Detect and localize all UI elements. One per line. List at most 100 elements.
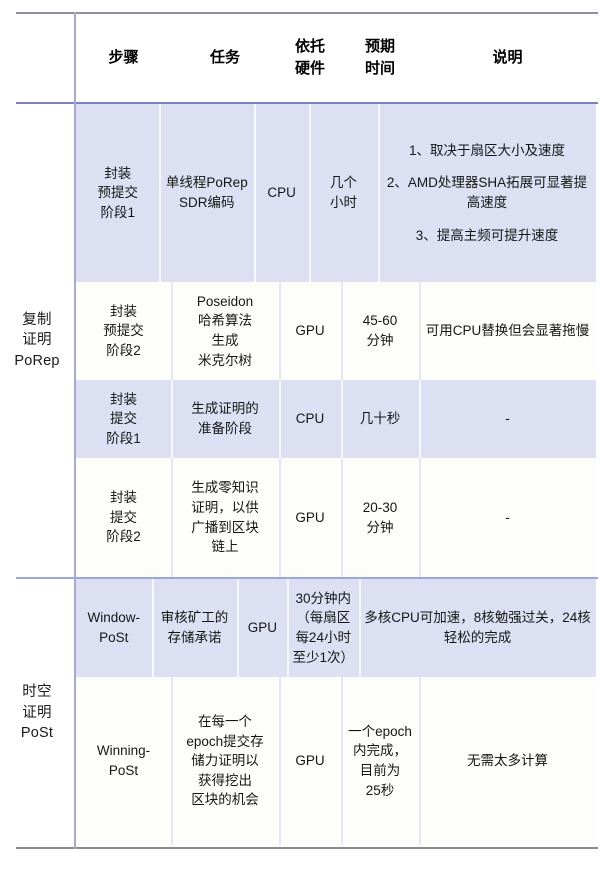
cell-line: epoch提交存 xyxy=(186,733,264,749)
cell-line: SDR编码 xyxy=(179,195,235,210)
table-row: 封装 提交 阶段1 生成证明的 准备阶段 CPU 几十秒 - xyxy=(76,380,596,458)
cell-description: - xyxy=(419,380,596,458)
column-header-time-line: 预期 xyxy=(364,38,395,56)
cell-line: 生成 xyxy=(211,333,239,348)
cell-line: 阶段2 xyxy=(106,529,141,545)
cell-task: Poseidon 哈希算法 生成 米克尔树 xyxy=(171,282,279,380)
cell-line: 分钟 xyxy=(366,333,394,348)
cell-line: 阶段1 xyxy=(100,204,135,220)
column-header-time: 预期 时间 xyxy=(341,14,419,102)
cell-line: 封装 xyxy=(110,303,137,319)
cell-description: - xyxy=(419,458,596,577)
cell-line: 封装 xyxy=(109,391,137,407)
cell-line: 储力证明以 xyxy=(191,753,259,769)
cell-task: 生成零知识 证明，以供 广播到区块 链上 xyxy=(171,458,279,577)
cell-hardware: GPU xyxy=(279,282,341,380)
table-header-row: 步骤 任务 依托 硬件 预期 时间 说明 xyxy=(76,14,596,102)
cell-line: 阶段1 xyxy=(106,430,141,446)
cell-time: 20-30 分钟 xyxy=(341,458,419,577)
cell-time: 几十秒 xyxy=(341,380,419,458)
column-header-hardware: 依托 硬件 xyxy=(279,14,341,102)
cell-line: 封装 xyxy=(104,165,132,181)
section-porep: 封装 预提交 阶段1 单线程PoRep SDR编码 CPU 几个 小时 1、取决… xyxy=(76,104,596,577)
description-paragraph: 1、取决于扇区大小及速度 xyxy=(408,142,565,158)
group-label-porep: 复制 证明 PoRep xyxy=(0,104,74,577)
cell-line: 一个epoch xyxy=(348,723,412,739)
column-header-description-line: 说明 xyxy=(492,49,523,67)
group-label-line: 时空 xyxy=(22,684,52,701)
cell-line: 30分钟内 xyxy=(295,590,351,606)
section-post: Window- PoSt 审核矿工的 存储承诺 GPU 30分钟内 （每扇区 每… xyxy=(76,579,596,845)
cell-task: 单线程PoRep SDR编码 xyxy=(159,104,254,282)
cell-line: 阶段2 xyxy=(106,342,141,358)
cell-line: 目前为 xyxy=(359,763,401,778)
cell-line: 存储承诺 xyxy=(167,630,222,645)
cell-step: 封装 提交 阶段1 xyxy=(76,380,171,458)
cell-line: 审核矿工的 xyxy=(160,610,229,626)
table-row: 封装 预提交 阶段1 单线程PoRep SDR编码 CPU 几个 小时 1、取决… xyxy=(76,104,596,282)
cell-time: 一个epoch 内完成， 目前为 25秒 xyxy=(341,677,419,845)
table-row: 封装 提交 阶段2 生成零知识 证明，以供 广播到区块 链上 GPU 20-30… xyxy=(76,458,596,577)
cell-line: 几十秒 xyxy=(359,411,401,427)
cell-description: 无需太多计算 xyxy=(419,677,596,845)
cell-line: 生成零知识 xyxy=(191,480,259,496)
column-header-description: 说明 xyxy=(419,14,596,102)
cell-time: 45-60 分钟 xyxy=(341,282,419,380)
group-label-line: 证明 xyxy=(22,332,52,349)
cell-task: 审核矿工的 存储承诺 xyxy=(151,579,238,677)
cell-line: 至少1次） xyxy=(292,649,354,665)
description-paragraph: - xyxy=(505,411,510,427)
group-label-line: 证明 xyxy=(22,704,52,721)
cell-line: 广播到区块 xyxy=(191,519,259,535)
cell-step: 封装 提交 阶段2 xyxy=(76,458,171,577)
cell-line: 几个 xyxy=(330,175,358,191)
cell-hardware: CPU xyxy=(279,380,341,458)
cell-line: Window- xyxy=(87,610,141,626)
table-row: Window- PoSt 审核矿工的 存储承诺 GPU 30分钟内 （每扇区 每… xyxy=(76,579,596,677)
description-paragraph: - xyxy=(505,509,510,525)
cell-time: 几个 小时 xyxy=(309,104,378,282)
cell-line: （每扇区 xyxy=(296,610,351,626)
cell-step: Window- PoSt xyxy=(76,579,152,677)
column-header-task: 任务 xyxy=(171,14,279,102)
cell-description: 1、取决于扇区大小及速度 2、AMD处理器SHA拓展可显著提高速度 3、提高主频… xyxy=(377,104,596,282)
cell-hardware: GPU xyxy=(237,579,287,677)
description-paragraph: 无需太多计算 xyxy=(467,753,548,769)
cell-step: 封装 预提交 阶段1 xyxy=(76,104,159,282)
cell-line: 米克尔树 xyxy=(197,352,252,368)
cell-line: 获得挖出 xyxy=(197,772,252,788)
cell-line: PoSt xyxy=(108,763,139,778)
cell-description: 可用CPU替换但会显著拖慢 xyxy=(419,282,596,380)
description-paragraph: 3、提高主频可提升速度 xyxy=(415,227,559,243)
cell-line: 每24小时 xyxy=(295,630,351,645)
table-row: 封装 预提交 阶段2 Poseidon 哈希算法 生成 米克尔树 GPU 45-… xyxy=(76,282,596,380)
cell-hardware: GPU xyxy=(279,458,341,577)
cell-line: 预提交 xyxy=(103,323,144,339)
table-row: Winning- PoSt 在每一个 epoch提交存 储力证明以 获得挖出 区… xyxy=(76,677,596,845)
cell-step: Winning- PoSt xyxy=(76,677,171,845)
cell-line: 45-60 xyxy=(362,313,398,329)
cell-line: PoSt xyxy=(99,630,129,645)
cell-hardware: CPU xyxy=(254,104,309,282)
table-bottom-rule xyxy=(16,847,598,849)
cell-line: 提交 xyxy=(109,509,137,525)
cell-line: 25秒 xyxy=(365,782,395,798)
cell-line: 在每一个 xyxy=(197,714,252,730)
column-header-step-line: 步骤 xyxy=(108,49,139,67)
proof-phases-table: 步骤 任务 依托 硬件 预期 时间 说明 复制 证明 PoRep 封装 预提交 … xyxy=(0,0,600,874)
cell-time: 30分钟内 （每扇区 每24小时 至少1次） xyxy=(287,579,359,677)
group-label-post: 时空 证明 PoSt xyxy=(0,579,74,847)
cell-line: 预提交 xyxy=(97,185,138,201)
cell-line: 哈希算法 xyxy=(197,313,252,329)
cell-line: 单线程PoRep xyxy=(165,175,248,191)
cell-task: 生成证明的 准备阶段 xyxy=(171,380,279,458)
column-header-hardware-line: 依托 xyxy=(294,38,325,56)
cell-line: 生成证明的 xyxy=(191,401,259,417)
cell-line: 分钟 xyxy=(366,519,394,535)
cell-line: 内完成， xyxy=(352,743,407,759)
cell-line: 证明，以供 xyxy=(191,499,259,515)
cell-line: 20-30 xyxy=(362,499,398,515)
column-header-time-line: 时间 xyxy=(364,60,395,77)
cell-line: 封装 xyxy=(109,490,137,506)
description-paragraph: 多核CPU可加速，8核勉强过关，24核轻松的完成 xyxy=(364,610,591,645)
